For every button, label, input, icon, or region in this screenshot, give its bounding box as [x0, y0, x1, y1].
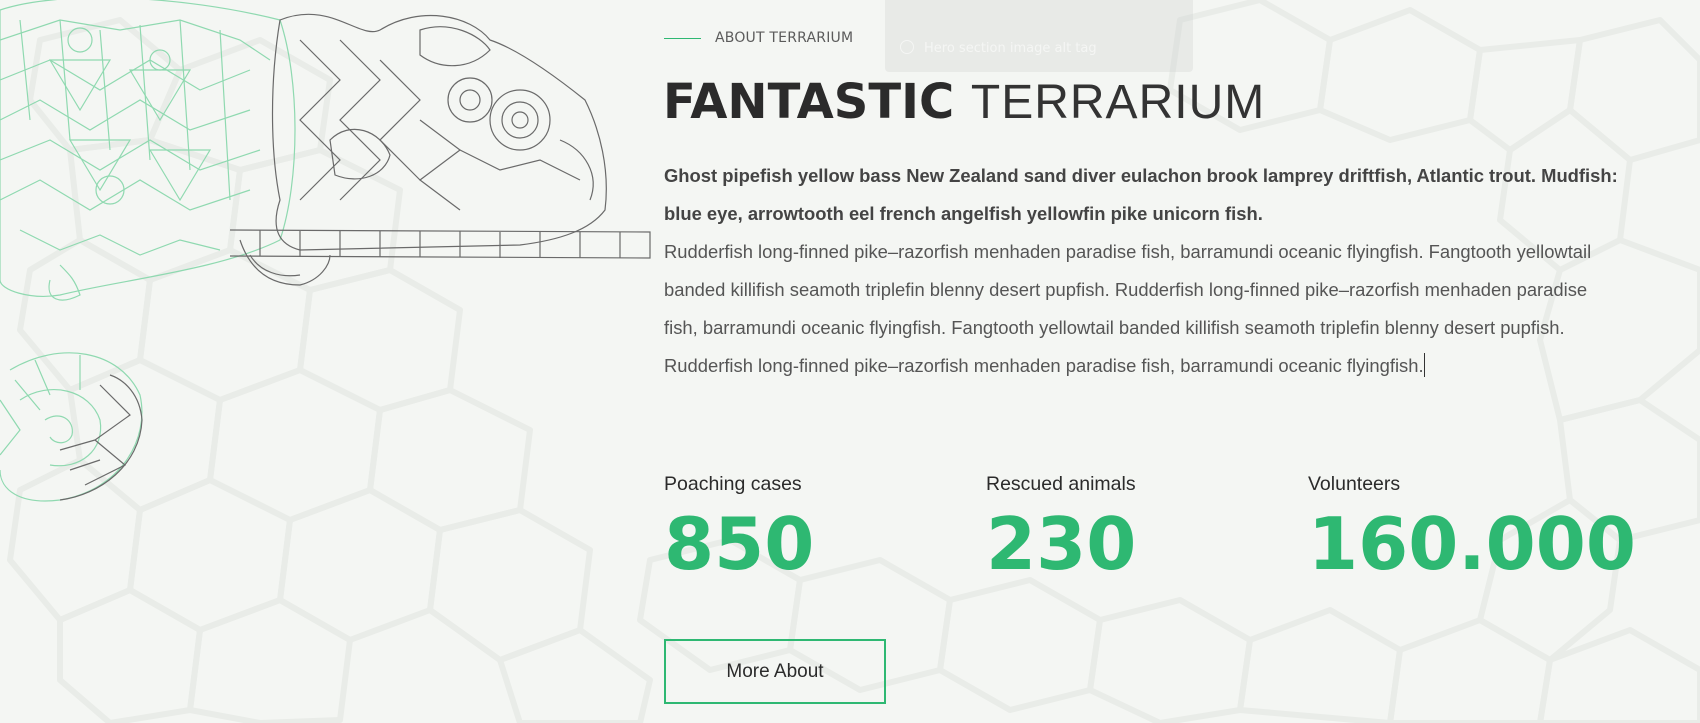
- stat-label: Rescued animals: [986, 473, 1136, 495]
- stat-rescued-animals: Rescued animals 230: [986, 470, 1136, 586]
- section-title: FANTASTIC TERRARIUM: [663, 74, 1265, 131]
- body-paragraph-text: Rudderfish long-finned pike–razorfish me…: [664, 241, 1592, 376]
- more-about-button[interactable]: More About: [664, 639, 886, 704]
- chameleon-illustration: [0, 0, 651, 502]
- eyebrow-label: ABOUT TERRARIUM: [715, 30, 854, 46]
- section-body: Ghost pipefish yellow bass New Zealand s…: [664, 157, 1624, 385]
- stat-poaching-cases: Poaching cases 850: [664, 470, 814, 586]
- stat-value: 850: [664, 502, 815, 586]
- stat-label: Poaching cases: [664, 473, 802, 495]
- eyebrow-divider-line: [664, 37, 701, 39]
- faded-overlay-text: Hero section image alt tag: [924, 41, 1097, 56]
- faded-overlay-panel: [885, 0, 1193, 72]
- circle-icon: [900, 40, 914, 54]
- text-caret: [1423, 353, 1425, 377]
- stat-value: 160.000: [1308, 502, 1636, 586]
- faded-overlay-caption: Hero section image alt tag: [900, 40, 1097, 56]
- title-light: TERRARIUM: [970, 76, 1266, 129]
- stat-value: 230: [986, 502, 1137, 586]
- stat-volunteers: Volunteers 160.000: [1308, 470, 1636, 586]
- lead-paragraph: Ghost pipefish yellow bass New Zealand s…: [664, 165, 1618, 224]
- section-eyebrow: ABOUT TERRARIUM: [664, 30, 853, 46]
- title-bold: FANTASTIC: [663, 74, 955, 130]
- body-paragraph: Rudderfish long-finned pike–razorfish me…: [664, 233, 1624, 385]
- stat-label: Volunteers: [1308, 473, 1401, 495]
